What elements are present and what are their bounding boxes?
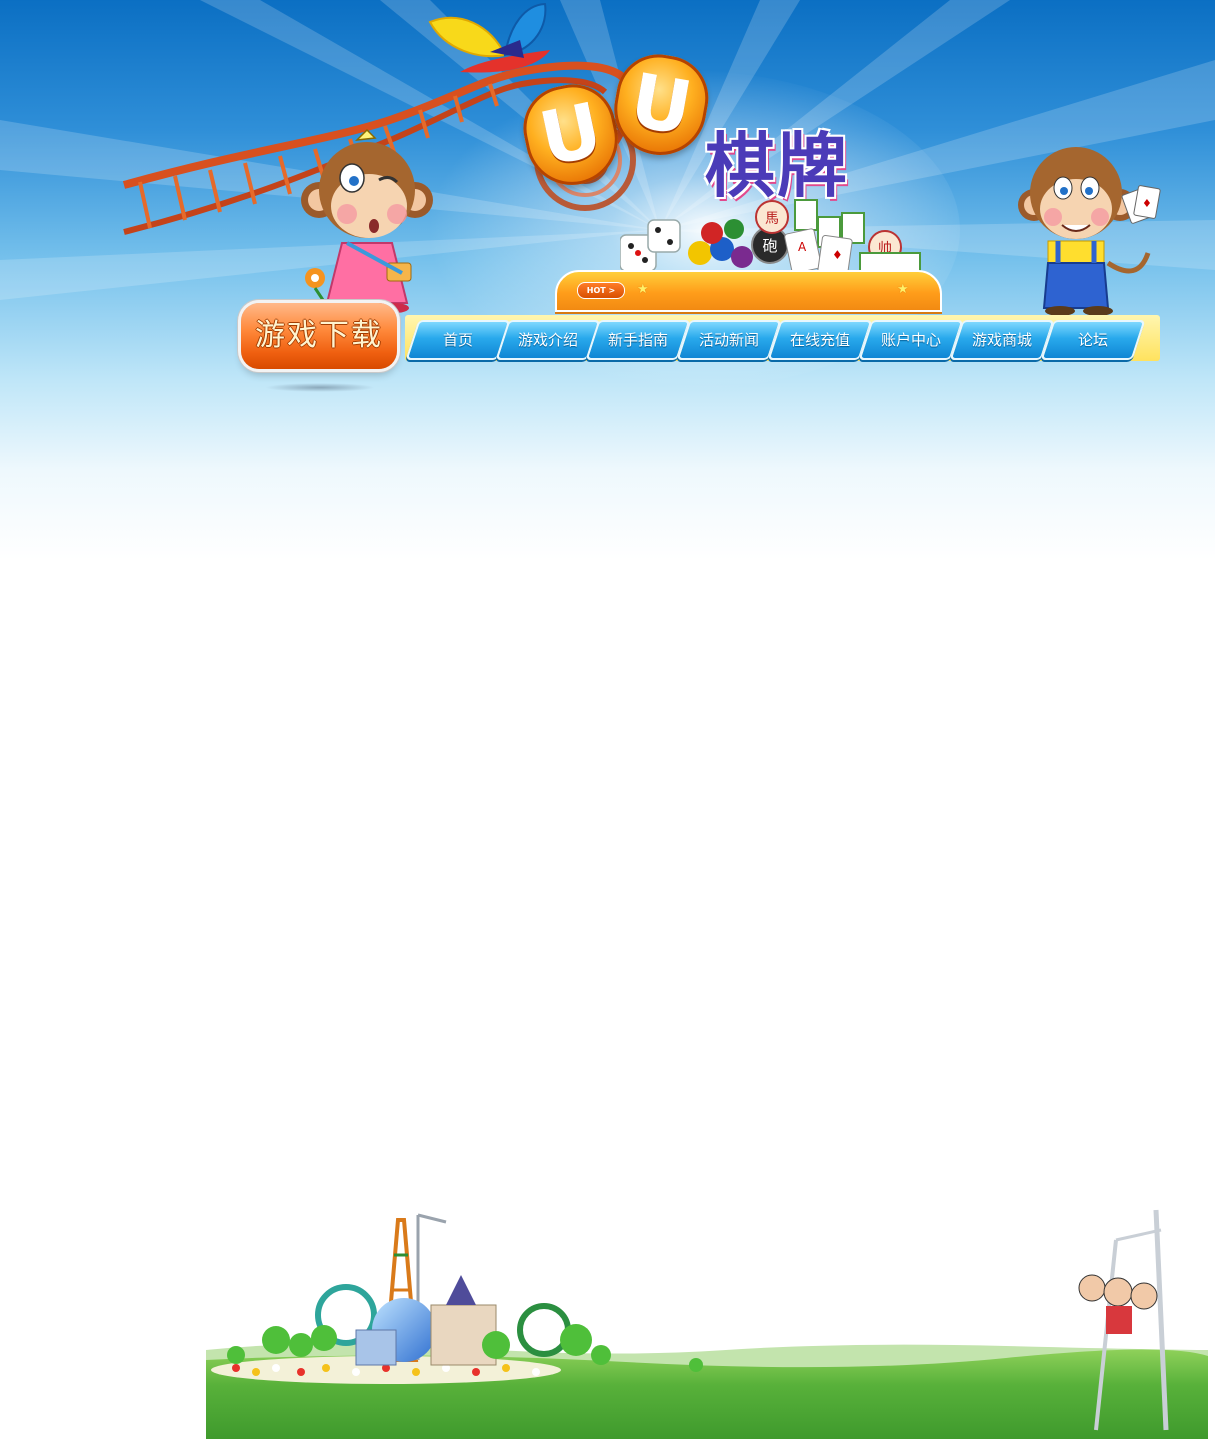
download-button-shadow (265, 383, 375, 392)
svg-text:♦: ♦ (1142, 197, 1152, 210)
star-icon-right: ★ (897, 282, 909, 297)
girl-monkey-mascot (301, 128, 433, 313)
amusement-park-scenery (206, 1209, 1208, 1439)
nav-label: 账户中心 (880, 331, 941, 349)
nav-label: 活动新闻 (698, 331, 759, 349)
star-icon: ★ (637, 282, 649, 297)
game-pieces-illustration: 砲 馬 A ♦ 帅 (620, 199, 921, 275)
uu-qipai-logo[interactable]: U U 棋牌 砲 馬 A ♦ 帅 (420, 0, 921, 300)
svg-text:馬: 馬 (765, 211, 779, 227)
nav-label: 论坛 (1077, 331, 1108, 349)
nav-item-home[interactable]: 首页 (405, 320, 511, 360)
nav-label: 在线充值 (789, 331, 850, 349)
nav-label: 游戏介绍 (517, 331, 578, 349)
logo-u-letter: U (515, 76, 627, 194)
boy-monkey-mascot: ♦ (1018, 147, 1161, 316)
hot-news-bar: HOT > ★ ★ (555, 270, 942, 312)
nav-item-event-news[interactable]: 活动新闻 (676, 320, 782, 360)
nav-item-game-mall[interactable]: 游戏商城 (949, 320, 1055, 360)
nav-item-account-center[interactable]: 账户中心 (858, 320, 964, 360)
butterfly-logo-icon (428, 2, 550, 73)
svg-text:♦: ♦ (832, 248, 843, 262)
nav-label: 游戏商城 (971, 331, 1032, 349)
svg-text:A: A (798, 240, 807, 254)
nav-item-forum[interactable]: 论坛 (1040, 320, 1146, 360)
svg-text:砲: 砲 (762, 237, 777, 255)
nav-label: 新手指南 (607, 331, 668, 349)
nav-label: 首页 (442, 331, 473, 349)
logo-u-letter-second: U (607, 47, 715, 163)
main-nav: 首页 游戏介绍 新手指南 活动新闻 在线充值 账户中心 游戏商城 论坛 (405, 315, 1160, 361)
hot-badge[interactable]: HOT > (577, 282, 625, 299)
game-download-button[interactable]: 游戏下载 (241, 303, 397, 369)
nav-item-beginner-guide[interactable]: 新手指南 (585, 320, 691, 360)
nav-item-online-recharge[interactable]: 在线充值 (767, 320, 873, 360)
nav-item-game-intro[interactable]: 游戏介绍 (495, 320, 601, 360)
